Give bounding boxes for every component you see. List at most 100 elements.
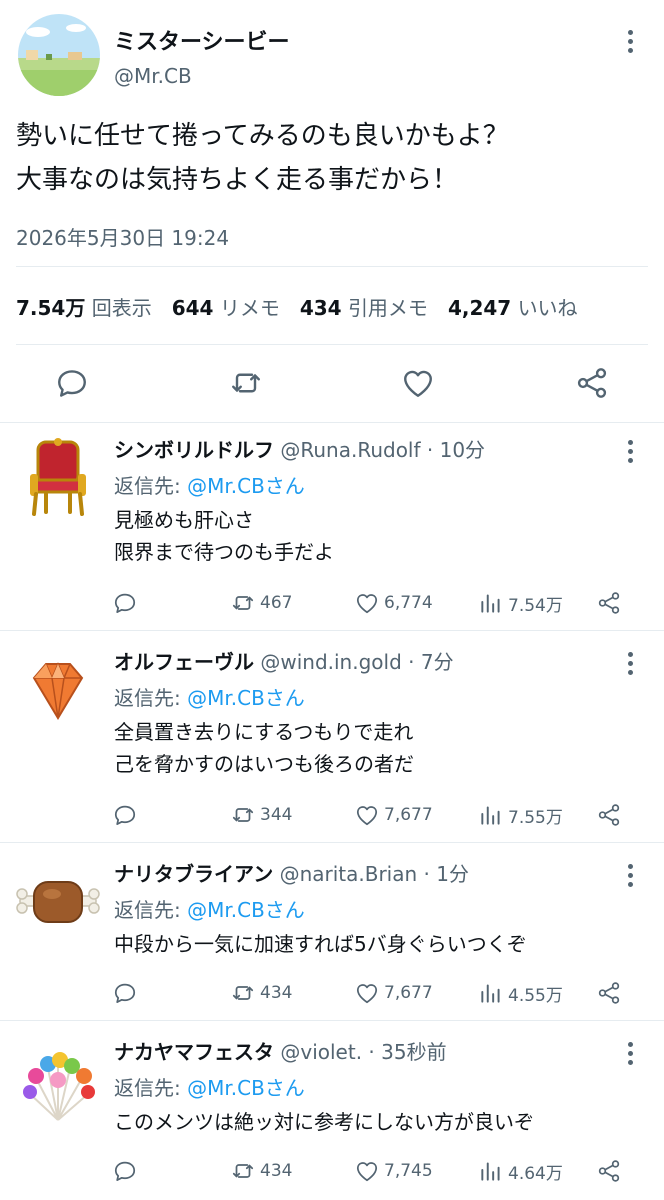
post-text: 勢いに任せて捲ってみるのも良いかもよ？ 大事なのは気持ちよく走る事だから！ xyxy=(16,114,646,202)
reply-to: 返信先: @Mr.CBさん xyxy=(114,894,305,923)
repost-icon xyxy=(232,1164,254,1178)
reply-author-name[interactable]: シンボリルドルフ xyxy=(114,438,274,462)
quotes-label: 引用メモ xyxy=(347,296,428,320)
throne-avatar[interactable] xyxy=(16,436,100,520)
reply-to: 返信先: @Mr.CBさん xyxy=(114,1072,305,1101)
reply-icon[interactable] xyxy=(112,980,138,1006)
reply-to-mention[interactable]: @Mr.CBさん xyxy=(187,686,305,710)
reply-author-handle[interactable]: @narita.Brian xyxy=(280,862,418,886)
reply-author-handle[interactable]: @wind.in.gold xyxy=(260,650,401,674)
reply-to-label: 返信先: xyxy=(114,898,188,922)
repost-button[interactable]: 434 xyxy=(230,1158,292,1184)
reply-header: オルフェーヴル @wind.in.gold · 7分 xyxy=(114,650,454,674)
reply-item[interactable]: ナカヤマフェスタ @violet. · 35秒前 返信先: @Mr.CBさん こ… xyxy=(0,1026,664,1200)
repost-button[interactable]: 467 xyxy=(230,590,292,616)
reply-author-handle[interactable]: @Runa.Rudolf xyxy=(280,438,420,462)
heart-icon[interactable] xyxy=(400,365,436,401)
lollipops-avatar[interactable] xyxy=(16,1038,100,1122)
reply-author-name[interactable]: ナカヤマフェスタ xyxy=(114,1040,274,1064)
like-button[interactable]: 7,745 xyxy=(354,1158,433,1184)
reply-time[interactable]: 10分 xyxy=(440,438,485,462)
share-icon[interactable] xyxy=(596,980,622,1006)
reply-text-line: 限界まで待つのも手だよ xyxy=(114,540,334,564)
meat-avatar[interactable] xyxy=(16,860,100,944)
views-label: 回表示 xyxy=(91,296,152,320)
repost-count: 467 xyxy=(260,593,293,613)
reply-item[interactable]: シンボリルドルフ @Runa.Rudolf · 10分 返信先: @Mr.CBさ… xyxy=(0,424,664,630)
post-timestamp[interactable]: 2026年5月30日 19:24 xyxy=(16,222,229,251)
repost-icon xyxy=(232,596,254,610)
reply-to-mention[interactable]: @Mr.CBさん xyxy=(187,474,305,498)
like-button[interactable]: 7,677 xyxy=(354,802,433,828)
divider xyxy=(0,1020,664,1021)
reply-to: 返信先: @Mr.CBさん xyxy=(114,682,305,711)
reply-action-bar: 434 7,677 4.55万 xyxy=(112,980,632,1010)
reply-item[interactable]: ナリタブライアン @narita.Brian · 1分 返信先: @Mr.CBさ… xyxy=(0,848,664,1020)
reply-text: このメンツは絶ッ対に参考にしない方が良いぞ xyxy=(114,1106,534,1138)
reply-time[interactable]: 7分 xyxy=(421,650,454,674)
share-icon[interactable] xyxy=(596,590,622,616)
repost-count: 434 xyxy=(260,1161,293,1181)
reply-author-name[interactable]: オルフェーヴル xyxy=(114,650,254,674)
views-count[interactable]: 7.54万 xyxy=(16,296,85,320)
views-count: 4.64万 xyxy=(508,1163,563,1184)
reply-text-line: 己を脅かすのはいつも後ろの者だ xyxy=(114,752,414,776)
more-vertical-icon[interactable] xyxy=(618,1038,642,1068)
share-icon[interactable] xyxy=(574,365,610,401)
views-count: 7.55万 xyxy=(508,807,563,828)
like-button[interactable]: 7,677 xyxy=(354,980,433,1006)
share-icon[interactable] xyxy=(596,1158,622,1184)
heart-icon xyxy=(356,984,378,1004)
quotes-count[interactable]: 434 xyxy=(300,296,342,320)
more-vertical-icon[interactable] xyxy=(618,26,642,56)
reply-header: ナカヤマフェスタ @violet. · 35秒前 xyxy=(114,1040,447,1064)
views-button[interactable]: 7.54万 xyxy=(478,590,563,616)
repost-button[interactable]: 344 xyxy=(230,802,292,828)
reply-item[interactable]: オルフェーヴル @wind.in.gold · 7分 返信先: @Mr.CBさん… xyxy=(0,636,664,842)
views-count: 7.54万 xyxy=(508,595,563,616)
share-icon[interactable] xyxy=(596,802,622,828)
reply-to-mention[interactable]: @Mr.CBさん xyxy=(187,1076,305,1100)
reply-time[interactable]: 1分 xyxy=(436,862,469,886)
like-button[interactable]: 6,774 xyxy=(354,590,433,616)
reposts-label: リメモ xyxy=(219,296,280,320)
repost-icon xyxy=(232,986,254,1000)
divider xyxy=(0,422,664,423)
author-name[interactable]: ミスターシービー xyxy=(114,24,290,56)
divider xyxy=(0,630,664,631)
likes-count[interactable]: 4,247 xyxy=(448,296,511,320)
reply-author-name[interactable]: ナリタブライアン xyxy=(114,862,273,886)
reply-to-mention[interactable]: @Mr.CBさん xyxy=(187,898,305,922)
reply-icon[interactable] xyxy=(112,802,138,828)
more-vertical-icon[interactable] xyxy=(618,648,642,678)
reposts-count[interactable]: 644 xyxy=(172,296,214,320)
views-button[interactable]: 4.64万 xyxy=(478,1158,563,1184)
like-count: 7,745 xyxy=(384,1161,433,1181)
heart-icon xyxy=(356,806,378,826)
main-avatar[interactable] xyxy=(18,14,100,96)
reply-icon[interactable] xyxy=(112,590,138,616)
views-bar-icon xyxy=(481,594,500,613)
repost-icon xyxy=(232,808,254,822)
repost-button[interactable]: 434 xyxy=(230,980,292,1006)
reply-icon[interactable] xyxy=(54,365,90,401)
more-vertical-icon[interactable] xyxy=(618,860,642,890)
gem-avatar[interactable] xyxy=(16,648,100,732)
reply-text-line: 見極めも肝心さ xyxy=(114,508,254,532)
reply-author-handle[interactable]: @violet. xyxy=(280,1040,362,1064)
views-count: 4.55万 xyxy=(508,985,563,1006)
views-button[interactable]: 4.55万 xyxy=(478,980,563,1006)
repost-count: 434 xyxy=(260,983,293,1003)
repost-icon[interactable] xyxy=(228,365,264,401)
reply-text-line: このメンツは絶ッ対に参考にしない方が良いぞ xyxy=(114,1110,534,1134)
like-count: 7,677 xyxy=(384,805,433,825)
reply-time[interactable]: 35秒前 xyxy=(381,1040,446,1064)
more-vertical-icon[interactable] xyxy=(618,436,642,466)
author-handle[interactable]: @Mr.CB xyxy=(114,64,192,88)
post-text-line: 大事なのは気持ちよく走る事だから！ xyxy=(16,165,459,195)
reply-icon[interactable] xyxy=(112,1158,138,1184)
divider xyxy=(0,842,664,843)
views-button[interactable]: 7.55万 xyxy=(478,802,563,828)
reply-to-label: 返信先: xyxy=(114,686,188,710)
divider xyxy=(16,344,648,345)
